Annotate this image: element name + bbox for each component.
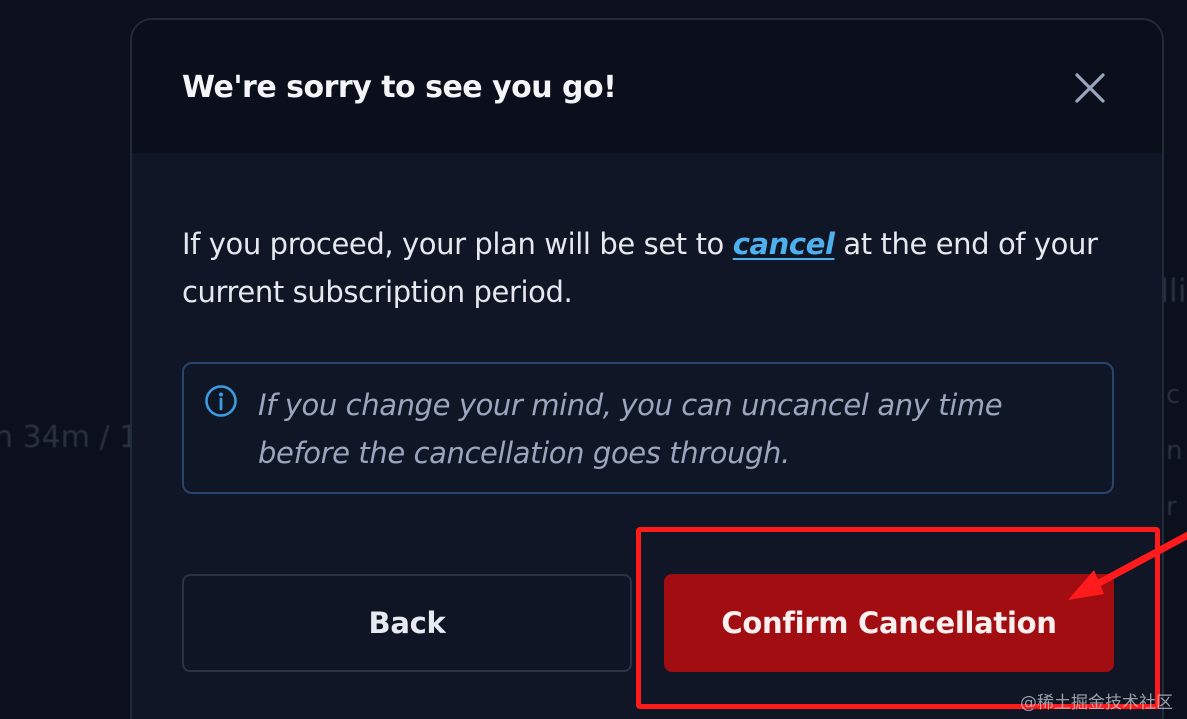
dialog-message: If you proceed, your plan will be set to… [182,220,1102,316]
info-notice: If you change your mind, you can uncance… [182,362,1114,494]
background-text-fragment: r [1166,492,1177,522]
info-notice-text: If you change your mind, you can uncance… [258,388,1003,470]
background-text-fragment: n 34m / 1 [0,420,139,455]
page: n 34m / 1 lli c n r We're sorry to see y… [0,0,1187,719]
background-text-fragment: n [1166,436,1183,466]
message-text-before-link: If you proceed, your plan will be set to [182,227,733,261]
back-button-label: Back [368,606,446,640]
confirm-cancellation-label: Confirm Cancellation [721,606,1057,640]
info-circle-icon [205,385,237,417]
background-text-fragment: lli [1160,272,1187,310]
confirm-cancellation-button[interactable]: Confirm Cancellation [664,574,1114,672]
close-x-icon [1075,73,1105,103]
dialog-title: We're sorry to see you go! [182,70,617,105]
dialog-header: We're sorry to see you go! [132,20,1162,153]
watermark: @稀土掘金技术社区 [1020,693,1173,713]
back-button[interactable]: Back [182,574,632,672]
background-text-fragment: c [1166,380,1181,410]
cancel-link[interactable]: cancel [733,227,835,261]
close-button[interactable] [1072,70,1108,106]
cancel-subscription-dialog: We're sorry to see you go! If you procee… [130,18,1164,719]
